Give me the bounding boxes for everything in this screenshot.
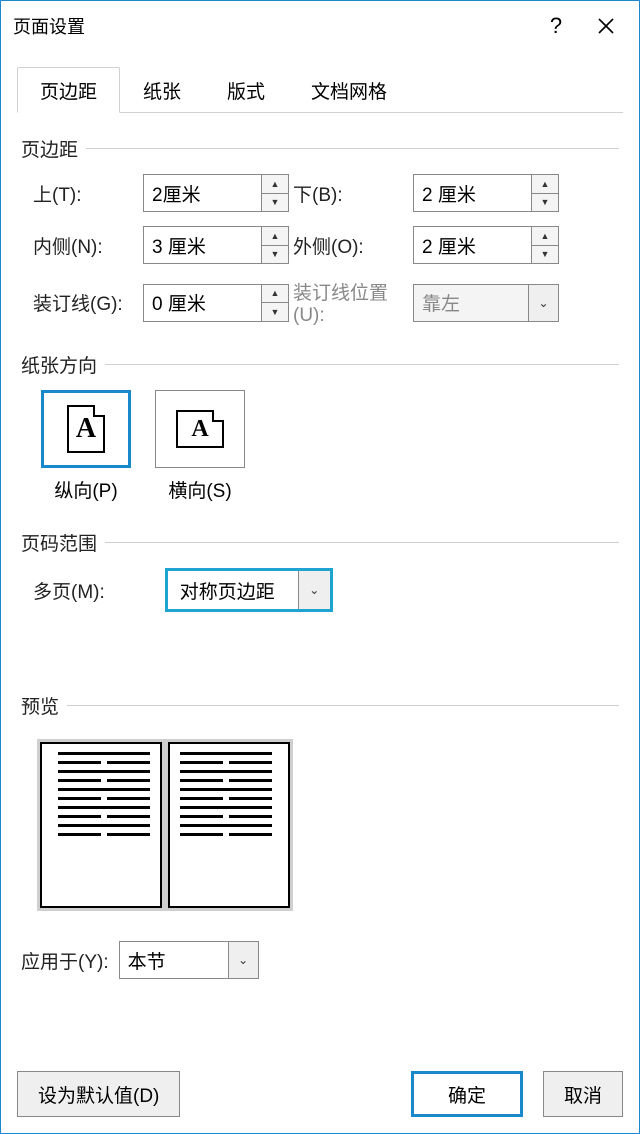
spin-bottom[interactable]: ▲▼ [413, 174, 563, 212]
spin-top-up[interactable]: ▲ [262, 175, 288, 194]
tab-paper[interactable]: 纸张 [120, 67, 204, 112]
orientation-landscape[interactable]: A 横向(S) [155, 390, 245, 503]
combo-multipage[interactable]: 对称页边距 ⌄ [165, 568, 333, 612]
spin-outside[interactable]: ▲▼ [413, 226, 563, 264]
tab-margins[interactable]: 页边距 [17, 67, 120, 113]
spin-gutter-up[interactable]: ▲ [262, 285, 288, 304]
section-orientation-label: 纸张方向 [21, 351, 97, 378]
tab-layout[interactable]: 版式 [204, 67, 288, 112]
orientation-portrait[interactable]: A 纵向(P) [41, 390, 131, 503]
input-bottom[interactable] [413, 174, 531, 212]
label-outside: 外侧(O): [293, 232, 413, 259]
spin-outside-up[interactable]: ▲ [532, 227, 558, 246]
landscape-icon: A [176, 410, 224, 448]
spin-inside[interactable]: ▲▼ [143, 226, 293, 264]
preview-box [37, 739, 293, 911]
chevron-down-icon[interactable]: ⌄ [298, 571, 330, 609]
select-apply-value: 本节 [120, 942, 228, 978]
label-apply: 应用于(Y): [21, 947, 109, 974]
label-multipage: 多页(M): [33, 577, 105, 604]
spin-top[interactable]: ▲▼ [143, 174, 293, 212]
cancel-button[interactable]: 取消 [543, 1071, 623, 1117]
tab-strip: 页边距 纸张 版式 文档网格 [17, 67, 623, 113]
orientation-portrait-label: 纵向(P) [54, 476, 117, 503]
input-inside[interactable] [143, 226, 261, 264]
portrait-icon: A [67, 405, 105, 453]
close-button[interactable] [581, 1, 631, 51]
spin-gutter-down[interactable]: ▼ [262, 303, 288, 321]
spin-inside-down[interactable]: ▼ [262, 246, 288, 264]
label-bottom: 下(B): [293, 180, 413, 207]
title-bar: 页面设置 ? [1, 1, 639, 51]
set-default-button[interactable]: 设为默认值(D) [17, 1071, 180, 1117]
spin-bottom-up[interactable]: ▲ [532, 175, 558, 194]
label-gutter: 装订线(G): [33, 289, 143, 316]
orientation-landscape-label: 横向(S) [168, 476, 231, 503]
select-gutter-pos: 靠左 ⌄ [413, 284, 559, 322]
input-top[interactable] [143, 174, 261, 212]
window-title: 页面设置 [13, 13, 531, 39]
label-inside: 内侧(N): [33, 232, 143, 259]
label-gutter-pos: 装订线位置(U): [293, 278, 413, 327]
tab-grid[interactable]: 文档网格 [288, 67, 410, 112]
spin-gutter[interactable]: ▲▼ [143, 284, 293, 322]
chevron-down-icon[interactable]: ⌄ [228, 942, 258, 978]
label-top: 上(T): [33, 180, 143, 207]
section-margins-label: 页边距 [21, 135, 78, 162]
section-preview-label: 预览 [21, 692, 59, 719]
chevron-down-icon: ⌄ [528, 285, 558, 321]
input-outside[interactable] [413, 226, 531, 264]
help-button[interactable]: ? [531, 1, 581, 51]
select-gutter-pos-value: 靠左 [414, 285, 528, 321]
preview-page-left [40, 742, 162, 908]
spin-bottom-down[interactable]: ▼ [532, 194, 558, 212]
combo-multipage-value: 对称页边距 [168, 571, 298, 609]
ok-button[interactable]: 确定 [411, 1071, 523, 1117]
spin-inside-up[interactable]: ▲ [262, 227, 288, 246]
input-gutter[interactable] [143, 284, 261, 322]
preview-page-right [168, 742, 290, 908]
spin-top-down[interactable]: ▼ [262, 194, 288, 212]
select-apply[interactable]: 本节 ⌄ [119, 941, 259, 979]
section-range-label: 页码范围 [21, 529, 97, 556]
spin-outside-down[interactable]: ▼ [532, 246, 558, 264]
